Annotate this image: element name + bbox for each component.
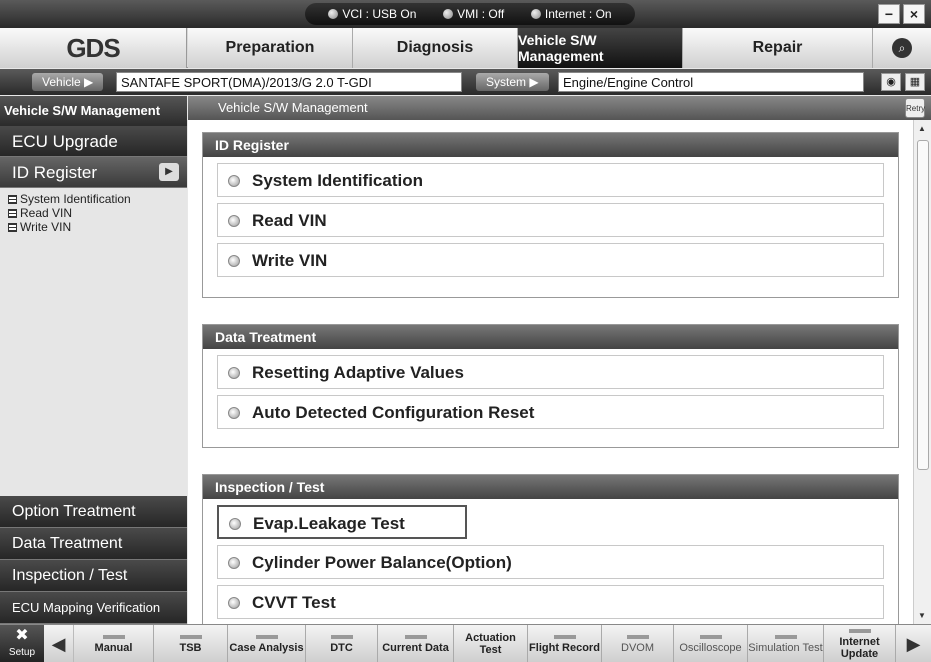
bar-icon [179, 634, 202, 639]
title-bar: VCI : USB On VMI : Off Internet : On − × [0, 0, 931, 28]
status-dot-icon [443, 9, 454, 19]
toolbar-current-data[interactable]: Current Data [378, 625, 454, 662]
option-write-vin[interactable]: Write VIN [217, 243, 884, 277]
bullet-icon [228, 557, 240, 569]
system-field: Engine/Engine Control [558, 72, 864, 92]
content-area: ID Register System Identification Read V… [188, 120, 913, 624]
tab-vehicle-sw-management[interactable]: Vehicle S/W Management [518, 28, 683, 68]
group-title: Inspection / Test [203, 475, 898, 499]
scroll-up-icon[interactable]: ▲ [918, 124, 926, 133]
sidebar-header: Vehicle S/W Management [0, 96, 187, 126]
bar-icon [255, 634, 278, 639]
main-header: Vehicle S/W Management Retry [188, 96, 931, 120]
vehicle-field: SANTAFE SPORT(DMA)/2013/G 2.0 T-GDI [116, 72, 462, 92]
group-title: ID Register [203, 133, 898, 157]
sidebar-item-ecu-mapping-verification[interactable]: ECU Mapping Verification [0, 592, 187, 624]
tools-icon: ✖ [15, 627, 29, 644]
camera-icon[interactable]: ◉ [881, 73, 901, 91]
sidebar-item-data-treatment[interactable]: Data Treatment [0, 528, 187, 560]
bullet-icon [229, 518, 241, 530]
status-dot-icon [530, 9, 541, 19]
tab-repair[interactable]: Repair [683, 28, 873, 68]
toolbar-actuation-test[interactable]: Actuation Test [454, 625, 528, 662]
group-title: Data Treatment [203, 325, 898, 349]
bar-icon [699, 634, 722, 639]
main-panel: Vehicle S/W Management Retry ID Register… [188, 96, 931, 624]
toolbar-oscilloscope[interactable]: Oscilloscope [674, 625, 748, 662]
toolbar-next-button[interactable]: ▶ [896, 625, 931, 662]
bar-icon [774, 634, 797, 639]
tab-diagnosis[interactable]: Diagnosis [353, 28, 518, 68]
toolbar-simulation-test[interactable]: Simulation Test [748, 625, 824, 662]
chevron-right-icon: ▶ [906, 633, 921, 654]
scroll-thumb[interactable] [917, 140, 929, 470]
vci-status: VCI : USB On [328, 7, 416, 21]
toolbar-dvom[interactable]: DVOM [602, 625, 674, 662]
bottom-toolbar: ✖ Setup ◀ Manual TSB Case Analysis DTC Cu… [0, 624, 931, 662]
system-label[interactable]: System ▶ [476, 73, 549, 91]
bar-icon [553, 634, 576, 639]
sidebar-sub-write-vin[interactable]: Write VIN [0, 220, 187, 234]
internet-status: Internet : On [530, 7, 612, 21]
toolbar-case-analysis[interactable]: Case Analysis [228, 625, 306, 662]
group-id-register: ID Register System Identification Read V… [202, 132, 899, 298]
setup-button[interactable]: ✖ Setup [0, 625, 44, 662]
toolbar-tsb[interactable]: TSB [154, 625, 228, 662]
bullet-icon [228, 367, 240, 379]
group-data-treatment: Data Treatment Resetting Adaptive Values… [202, 324, 899, 448]
sidebar-sub-system-identification[interactable]: System Identification [0, 192, 187, 206]
bullet-icon [228, 255, 240, 267]
bullet-icon [228, 597, 240, 609]
vmi-status: VMI : Off [443, 7, 504, 21]
vehicle-bar: Vehicle ▶ SANTAFE SPORT(DMA)/2013/G 2.0 … [0, 69, 931, 95]
toolbar-manual[interactable]: Manual [74, 625, 154, 662]
list-icon [8, 222, 17, 232]
option-cvvt-test[interactable]: CVVT Test [217, 585, 884, 619]
option-resetting-adaptive-values[interactable]: Resetting Adaptive Values [217, 355, 884, 389]
search-icon: ⌕ [892, 38, 912, 58]
vertical-scrollbar[interactable]: ▲ ▼ [913, 120, 931, 624]
sidebar-sub-read-vin[interactable]: Read VIN [0, 206, 187, 220]
option-evap-leakage-test[interactable]: Evap.Leakage Test [217, 505, 467, 539]
sidebar-item-inspection-test[interactable]: Inspection / Test [0, 560, 187, 592]
chevron-left-icon: ◀ [51, 633, 66, 654]
bullet-icon [228, 407, 240, 419]
option-cylinder-power-balance[interactable]: Cylinder Power Balance(Option) [217, 545, 884, 579]
toolbar-internet-update[interactable]: Internet Update [824, 625, 896, 662]
bar-icon [848, 628, 871, 633]
bar-icon [330, 634, 353, 639]
option-read-vin[interactable]: Read VIN [217, 203, 884, 237]
connection-status: VCI : USB On VMI : Off Internet : On [305, 3, 635, 25]
toolbar-prev-button[interactable]: ◀ [44, 625, 74, 662]
vehicle-label[interactable]: Vehicle ▶ [32, 73, 104, 91]
option-system-identification[interactable]: System Identification [217, 163, 884, 197]
close-button[interactable]: × [903, 4, 925, 24]
chevron-right-icon: ▶ [159, 163, 179, 181]
tab-preparation[interactable]: Preparation [188, 28, 353, 68]
retry-icon[interactable]: Retry [905, 98, 925, 118]
grid-icon[interactable]: ▦ [905, 73, 925, 91]
group-inspection-test: Inspection / Test Evap.Leakage Test Cyli… [202, 474, 899, 624]
minimize-button[interactable]: − [878, 4, 900, 24]
main-nav: GDS Preparation Diagnosis Vehicle S/W Ma… [0, 28, 931, 68]
list-icon [8, 208, 17, 218]
sidebar-item-id-register[interactable]: ID Register ▶ [0, 157, 187, 188]
sidebar-item-ecu-upgrade[interactable]: ECU Upgrade [0, 126, 187, 157]
toolbar-dtc[interactable]: DTC [306, 625, 378, 662]
list-icon [8, 194, 17, 204]
bullet-icon [228, 175, 240, 187]
search-button[interactable]: ⌕ [873, 28, 931, 68]
bar-icon [404, 634, 427, 639]
toolbar-flight-record[interactable]: Flight Record [528, 625, 602, 662]
sidebar-item-option-treatment[interactable]: Option Treatment [0, 496, 187, 528]
status-dot-icon [328, 9, 339, 19]
gds-logo: GDS [0, 28, 187, 68]
bullet-icon [228, 215, 240, 227]
scroll-down-icon[interactable]: ▼ [918, 611, 926, 620]
sidebar: Vehicle S/W Management ECU Upgrade ID Re… [0, 96, 187, 624]
option-auto-detected-configuration-reset[interactable]: Auto Detected Configuration Reset [217, 395, 884, 429]
bar-icon [102, 634, 125, 639]
bar-icon [626, 634, 649, 639]
